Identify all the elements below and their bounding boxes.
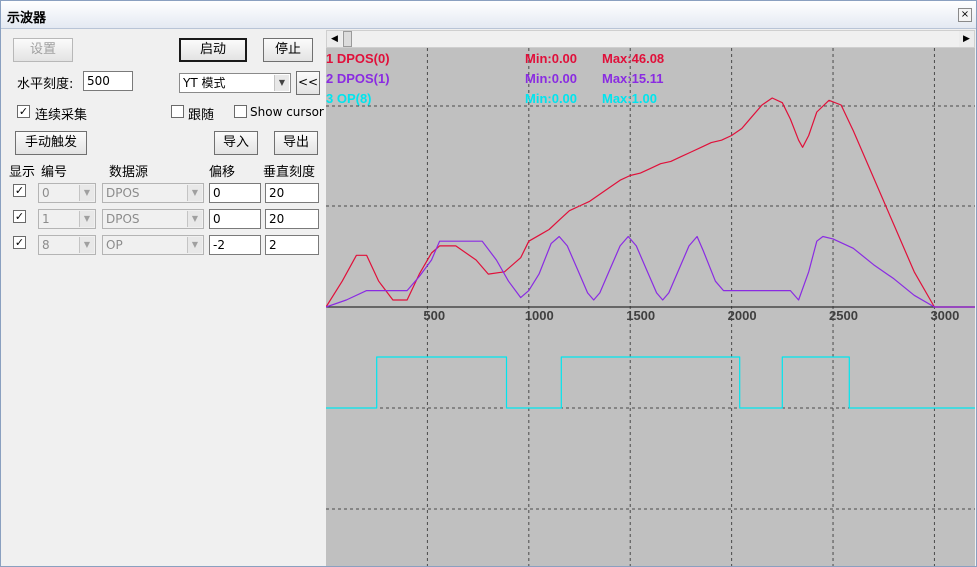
series-line-3 — [326, 356, 975, 409]
channel-source-select[interactable]: DPOS ▼ — [102, 209, 204, 229]
chevron-down-icon: ▼ — [274, 75, 289, 91]
x-tick-label: 1500 — [626, 308, 655, 323]
channel-offset-input[interactable]: -2 — [209, 235, 261, 255]
channel-number-value: 0 — [42, 186, 50, 200]
collapse-panel-button[interactable]: << — [296, 71, 320, 95]
channel-source-select[interactable]: OP ▼ — [102, 235, 204, 255]
header-number: 编号 — [41, 165, 68, 180]
checkmark-icon: ✓ — [18, 105, 29, 118]
manual-trigger-button[interactable]: 手动触发 — [15, 131, 87, 155]
chevron-down-icon: ▼ — [79, 237, 94, 253]
header-vscale: 垂直刻度 — [263, 165, 316, 180]
channel-number-value: 1 — [42, 212, 50, 226]
continuous-checkbox[interactable]: ✓ — [17, 105, 30, 118]
legend-label: 3 OP(8) — [326, 91, 372, 106]
channel-offset-input[interactable]: 0 — [209, 183, 261, 203]
hscale-label: 水平刻度: — [17, 77, 74, 92]
stop-button[interactable]: 停止 — [263, 38, 313, 62]
chevron-down-icon: ▼ — [79, 185, 94, 201]
checkmark-icon: ✓ — [14, 236, 25, 249]
follow-label: 跟随 — [188, 108, 215, 123]
chevron-down-icon: ▼ — [187, 211, 202, 227]
show-cursor-checkbox[interactable] — [234, 105, 247, 118]
legend-min: Min:0.00 — [525, 51, 578, 66]
channel-offset-input[interactable]: 0 — [209, 209, 261, 229]
mode-select[interactable]: YT 模式 ▼ — [179, 73, 291, 93]
legend-label: 2 DPOS(1) — [326, 71, 390, 86]
checkmark-icon: ✓ — [14, 210, 25, 223]
time-scrollbar[interactable]: ◀ ▶ — [326, 30, 975, 48]
scope-display: 500 1000 1500 2000 2500 3000 1 DPOS(0) Min:0.0… — [326, 48, 975, 566]
follow-checkbox[interactable] — [171, 105, 184, 118]
scope-plot: 500 1000 1500 2000 2500 3000 — [326, 48, 975, 566]
x-tick-label: 2500 — [829, 308, 858, 323]
settings-button[interactable]: 设置 — [13, 38, 73, 62]
legend-label: 1 DPOS(0) — [326, 51, 390, 66]
channel-number-select[interactable]: 8 ▼ — [38, 235, 96, 255]
channel-vscale-input[interactable]: 20 — [265, 183, 319, 203]
legend-min: Min:0.00 — [525, 71, 578, 86]
legend-max: Max:46.08 — [602, 51, 665, 66]
x-tick-label: 500 — [423, 308, 445, 323]
x-tick-label: 2000 — [728, 308, 757, 323]
legend-max: Max:1.00 — [602, 91, 657, 106]
series-line-2 — [326, 235, 975, 308]
title-bar: 示波器 × — [1, 1, 976, 29]
scroll-right-icon[interactable]: ▶ — [959, 31, 974, 47]
channel-vscale-input[interactable]: 20 — [265, 209, 319, 229]
chevron-down-icon: ▼ — [187, 237, 202, 253]
scroll-left-icon[interactable]: ◀ — [327, 31, 342, 47]
channel-number-value: 8 — [42, 238, 50, 252]
chevron-down-icon: ▼ — [79, 211, 94, 227]
channel-source-value: DPOS — [106, 186, 140, 200]
continuous-label: 连续采集 — [35, 108, 88, 123]
close-button[interactable]: × — [958, 8, 972, 22]
channel-source-value: DPOS — [106, 212, 140, 226]
export-button[interactable]: 导出 — [274, 131, 318, 155]
series-line-1 — [326, 97, 975, 308]
x-tick-label: 3000 — [930, 308, 959, 323]
legend-min: Min:0.00 — [525, 91, 578, 106]
x-tick-label: 1000 — [525, 308, 554, 323]
checkmark-icon: ✓ — [14, 184, 25, 197]
channel-number-select[interactable]: 1 ▼ — [38, 209, 96, 229]
channel-source-select[interactable]: DPOS ▼ — [102, 183, 204, 203]
oscilloscope-window: 示波器 × 设置 启动 停止 水平刻度: 500 YT 模式 ▼ << ✓ 连续… — [0, 0, 977, 567]
header-offset: 偏移 — [209, 165, 236, 180]
show-cursor-label: Show cursor — [250, 105, 324, 119]
import-button[interactable]: 导入 — [214, 131, 258, 155]
header-source: 数据源 — [109, 165, 149, 180]
channel-show-checkbox[interactable]: ✓ — [13, 210, 26, 223]
legend-max: Max:15.11 — [602, 71, 664, 86]
hscale-input[interactable]: 500 — [83, 71, 133, 91]
start-button[interactable]: 启动 — [179, 38, 247, 62]
channel-number-select[interactable]: 0 ▼ — [38, 183, 96, 203]
window-title: 示波器 — [7, 11, 47, 26]
channel-show-checkbox[interactable]: ✓ — [13, 236, 26, 249]
scrollbar-thumb[interactable] — [343, 31, 352, 47]
header-show: 显示 — [9, 165, 36, 180]
mode-select-value: YT 模式 — [183, 76, 226, 90]
chevron-down-icon: ▼ — [187, 185, 202, 201]
channel-vscale-input[interactable]: 2 — [265, 235, 319, 255]
channel-show-checkbox[interactable]: ✓ — [13, 184, 26, 197]
channel-source-value: OP — [106, 238, 123, 252]
